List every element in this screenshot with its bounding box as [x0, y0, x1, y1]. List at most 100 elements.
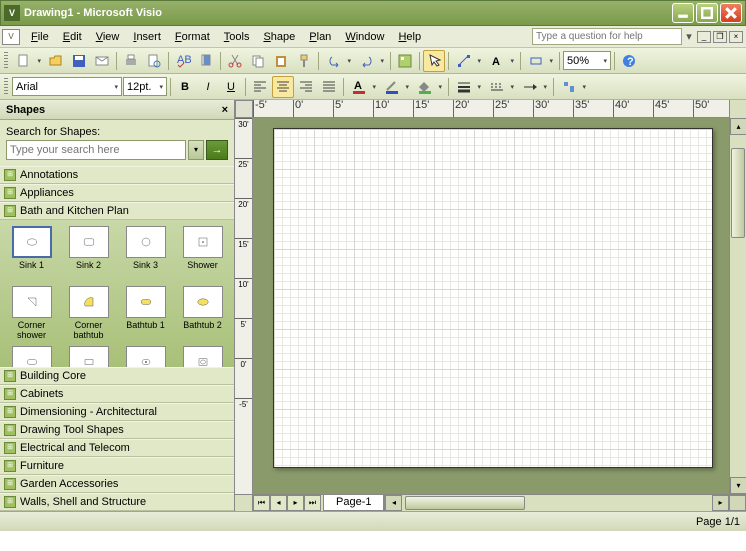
shape-sink-3[interactable]: Sink 3 — [118, 224, 173, 282]
category-bath-and-kitchen-plan[interactable]: ⊞Bath and Kitchen Plan — [0, 202, 234, 220]
line-color-button[interactable] — [380, 76, 412, 98]
font-size-combo[interactable]: 12pt.▾ — [123, 77, 167, 96]
align-justify-button[interactable] — [318, 76, 340, 98]
tab-next-button[interactable]: ▸ — [287, 495, 304, 511]
vertical-ruler[interactable]: 30'25'20'15'10'5'0'-5' — [235, 118, 253, 494]
shape-sink-1[interactable]: Sink 1 — [4, 224, 59, 282]
save-button[interactable] — [68, 50, 90, 72]
menu-file[interactable]: File — [24, 29, 56, 45]
tab-first-button[interactable]: ⏮ — [253, 495, 270, 511]
drawing-tools-button[interactable] — [524, 50, 556, 72]
email-button[interactable] — [91, 50, 113, 72]
shape-bathtub-2[interactable]: Bathtub 2 — [175, 284, 230, 342]
menu-edit[interactable]: Edit — [56, 29, 89, 45]
toolbar-grip[interactable] — [4, 78, 8, 96]
toolbar-grip[interactable] — [4, 52, 8, 70]
shape-sink-2[interactable]: Sink 2 — [61, 224, 116, 282]
shapes-panel-close-button[interactable]: × — [222, 104, 228, 116]
scroll-right-button[interactable]: ▸ — [712, 495, 729, 511]
shape-item-8[interactable] — [4, 344, 59, 367]
new-button[interactable] — [12, 50, 44, 72]
scroll-up-button[interactable]: ▴ — [730, 118, 746, 135]
font-combo[interactable]: Arial▾ — [12, 77, 122, 96]
print-button[interactable] — [120, 50, 142, 72]
category-building-core[interactable]: ⊞Building Core — [0, 367, 234, 385]
italic-button[interactable]: I — [197, 76, 219, 98]
pointer-tool-button[interactable] — [423, 50, 445, 72]
page-tab-1[interactable]: Page-1 — [323, 495, 384, 511]
shapes-search-input[interactable] — [6, 140, 186, 160]
maximize-button[interactable] — [696, 3, 718, 23]
scroll-left-button[interactable]: ◂ — [385, 495, 402, 511]
shape-item-11[interactable] — [175, 344, 230, 367]
help-dropdown[interactable]: ▾ — [684, 30, 694, 43]
line-pattern-button[interactable] — [485, 76, 517, 98]
close-button[interactable] — [720, 3, 742, 23]
shape-item-10[interactable] — [118, 344, 173, 367]
fill-color-button[interactable] — [413, 76, 445, 98]
align-center-button[interactable] — [272, 76, 294, 98]
shape-corner-shower[interactable]: Corner shower — [4, 284, 59, 342]
tab-prev-button[interactable]: ◂ — [270, 495, 287, 511]
align-right-button[interactable] — [295, 76, 317, 98]
horizontal-scrollbar[interactable]: ◂ ▸ — [384, 495, 746, 511]
doc-close-button[interactable]: × — [729, 31, 743, 43]
paste-button[interactable] — [270, 50, 292, 72]
menu-shape[interactable]: Shape — [256, 29, 302, 45]
scroll-down-button[interactable]: ▾ — [730, 477, 746, 494]
zoom-combo[interactable]: 50%▾ — [563, 51, 611, 70]
text-tool-button[interactable]: A — [485, 50, 517, 72]
help-button[interactable]: ? — [618, 50, 640, 72]
horizontal-scroll-thumb[interactable] — [405, 496, 525, 510]
category-garden-accessories[interactable]: ⊞Garden Accessories — [0, 475, 234, 493]
doc-minimize-button[interactable]: _ — [697, 31, 711, 43]
font-color-button[interactable]: A — [347, 76, 379, 98]
format-painter-button[interactable] — [293, 50, 315, 72]
floor-plan-drawing[interactable]: ✶✶✶ ✶✶✶✶✶✶ ✶✶✶ ✶✶ ✶✶✶✶ ✶ — [274, 129, 290, 145]
vertical-scrollbar[interactable]: ▴ ▾ — [729, 118, 746, 494]
cut-button[interactable] — [224, 50, 246, 72]
bold-button[interactable]: B — [174, 76, 196, 98]
minimize-button[interactable] — [672, 3, 694, 23]
copy-button[interactable] — [247, 50, 269, 72]
category-cabinets[interactable]: ⊞Cabinets — [0, 385, 234, 403]
help-search-input[interactable] — [532, 28, 682, 45]
shape-corner-bathtub[interactable]: Corner bathtub — [61, 284, 116, 342]
shapes-window-button[interactable] — [394, 50, 416, 72]
search-options-dropdown[interactable]: ▾ — [188, 140, 204, 160]
category-electrical-and-telecom[interactable]: ⊞Electrical and Telecom — [0, 439, 234, 457]
category-walls-shell-and-structure[interactable]: ⊞Walls, Shell and Structure — [0, 493, 234, 511]
menu-plan[interactable]: Plan — [302, 29, 338, 45]
category-dimensioning-architectural[interactable]: ⊞Dimensioning - Architectural — [0, 403, 234, 421]
category-drawing-tool-shapes[interactable]: ⊞Drawing Tool Shapes — [0, 421, 234, 439]
menu-tools[interactable]: Tools — [217, 29, 257, 45]
menu-insert[interactable]: Insert — [126, 29, 168, 45]
underline-button[interactable]: U — [220, 76, 242, 98]
vertical-scroll-thumb[interactable] — [731, 148, 745, 238]
shape-shower[interactable]: Shower — [175, 224, 230, 282]
shape-bathtub-1[interactable]: Bathtub 1 — [118, 284, 173, 342]
drawing-canvas[interactable]: ✶✶✶ ✶✶✶✶✶✶ ✶✶✶ ✶✶ ✶✶✶✶ ✶ — [253, 118, 729, 494]
redo-button[interactable] — [355, 50, 387, 72]
menu-format[interactable]: Format — [168, 29, 217, 45]
category-furniture[interactable]: ⊞Furniture — [0, 457, 234, 475]
drawing-page[interactable]: ✶✶✶ ✶✶✶✶✶✶ ✶✶✶ ✶✶ ✶✶✶✶ ✶ — [273, 128, 713, 468]
category-appliances[interactable]: ⊞Appliances — [0, 184, 234, 202]
connector-tool-button[interactable] — [452, 50, 484, 72]
search-go-button[interactable]: → — [206, 140, 228, 160]
horizontal-ruler[interactable]: -5'0'5'10'15'20'25'30'35'40'45'50' — [253, 100, 729, 118]
category-annotations[interactable]: ⊞Annotations — [0, 166, 234, 184]
menu-help[interactable]: Help — [391, 29, 428, 45]
line-ends-button[interactable] — [518, 76, 550, 98]
shape-item-9[interactable] — [61, 344, 116, 367]
open-button[interactable] — [45, 50, 67, 72]
menu-view[interactable]: View — [89, 29, 127, 45]
tab-last-button[interactable]: ⏭ — [304, 495, 321, 511]
undo-button[interactable] — [322, 50, 354, 72]
align-shapes-button[interactable] — [557, 76, 589, 98]
line-weight-button[interactable] — [452, 76, 484, 98]
menu-window[interactable]: Window — [338, 29, 391, 45]
align-left-button[interactable] — [249, 76, 271, 98]
print-preview-button[interactable] — [143, 50, 165, 72]
doc-restore-button[interactable]: ❐ — [713, 31, 727, 43]
